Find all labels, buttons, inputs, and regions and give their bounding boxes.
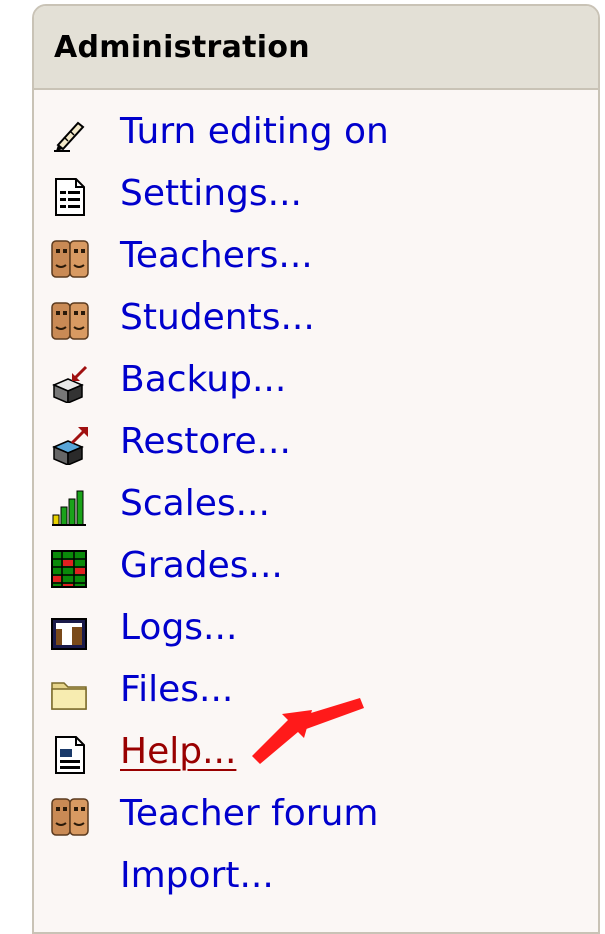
backup-icon — [50, 363, 90, 403]
grades-link[interactable]: Grades... — [120, 542, 283, 590]
grades-grid-icon — [50, 549, 90, 589]
settings-document-icon — [50, 177, 90, 217]
menu-item-scales[interactable]: Scales... — [34, 474, 598, 536]
menu-item-teacher-forum[interactable]: Teacher forum — [34, 784, 598, 846]
menu-item-teachers[interactable]: Teachers... — [34, 226, 598, 288]
red-arrow-pointer-icon — [252, 698, 364, 764]
teacher-forum-link[interactable]: Teacher forum — [120, 790, 378, 838]
menu-item-turn-editing-on[interactable]: Turn editing on — [34, 102, 598, 164]
menu-item-grades[interactable]: Grades... — [34, 536, 598, 598]
administration-block: Administration Turn editing on Settings.… — [32, 4, 600, 934]
teachers-link[interactable]: Teachers... — [120, 232, 313, 280]
logs-link[interactable]: Logs... — [120, 604, 237, 652]
help-document-icon — [50, 735, 90, 775]
menu-item-restore[interactable]: Restore... — [34, 412, 598, 474]
backup-link[interactable]: Backup... — [120, 356, 286, 404]
restore-link[interactable]: Restore... — [120, 418, 291, 466]
admin-menu: Turn editing on Settings... Teachers... … — [34, 102, 598, 908]
scales-bars-icon — [50, 487, 90, 527]
students-link[interactable]: Students... — [120, 294, 315, 342]
turn-editing-on-link[interactable]: Turn editing on — [120, 108, 389, 156]
menu-item-import[interactable]: Import... — [34, 846, 598, 908]
users-faces-icon — [50, 797, 90, 837]
folder-icon — [50, 673, 90, 713]
restore-icon — [50, 425, 90, 465]
users-faces-icon — [50, 301, 90, 341]
edit-pencil-icon — [50, 115, 90, 155]
menu-item-logs[interactable]: Logs... — [34, 598, 598, 660]
settings-link[interactable]: Settings... — [120, 170, 302, 218]
logs-chart-icon — [50, 611, 90, 651]
menu-item-students[interactable]: Students... — [34, 288, 598, 350]
menu-item-backup[interactable]: Backup... — [34, 350, 598, 412]
help-link[interactable]: Help... — [120, 728, 236, 776]
import-link[interactable]: Import... — [120, 852, 274, 900]
block-title: Administration — [54, 29, 310, 65]
scales-link[interactable]: Scales... — [120, 480, 270, 528]
block-header: Administration — [34, 6, 598, 90]
menu-item-settings[interactable]: Settings... — [34, 164, 598, 226]
users-faces-icon — [50, 239, 90, 279]
files-link[interactable]: Files... — [120, 666, 233, 714]
